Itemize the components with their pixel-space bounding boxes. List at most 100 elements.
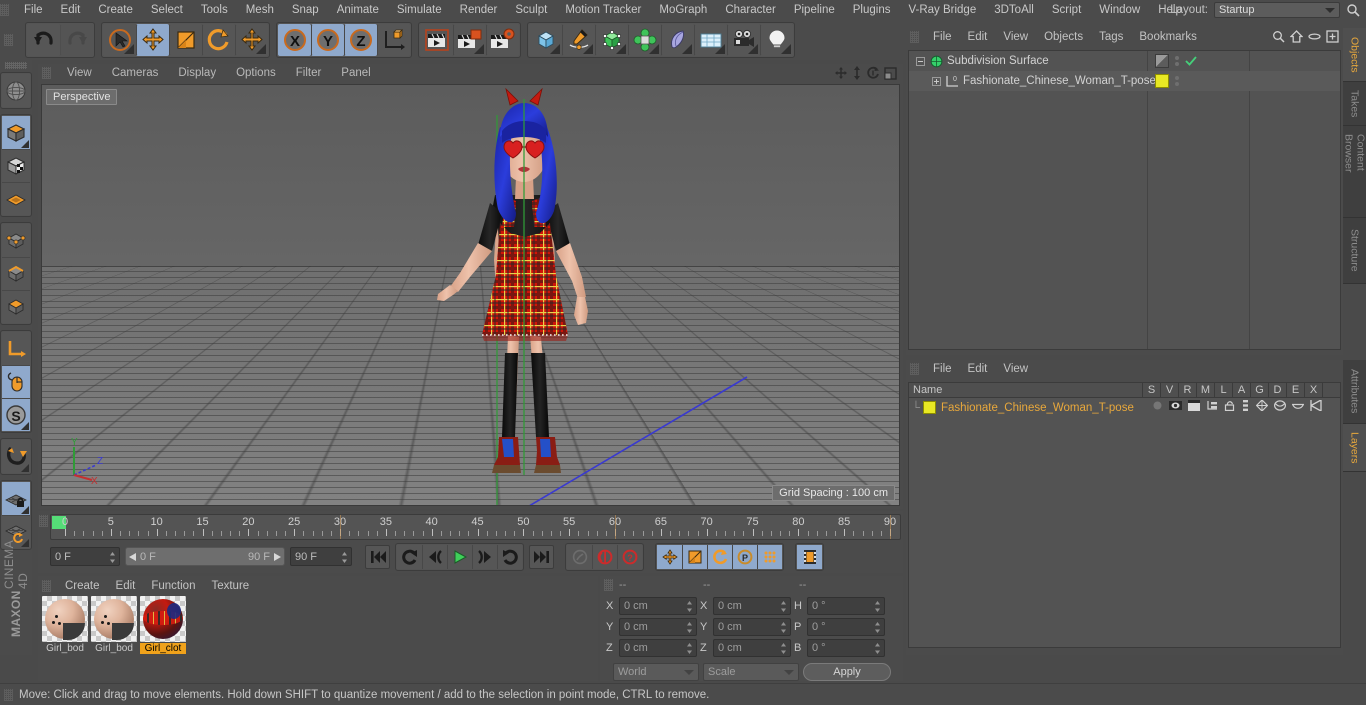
enabled-check-icon[interactable] — [1185, 55, 1197, 67]
record-position-button[interactable] — [657, 544, 682, 569]
spinner-icon[interactable] — [686, 600, 693, 613]
material-item[interactable]: Girl_bod — [42, 596, 88, 654]
menu-item-simulate[interactable]: Simulate — [388, 4, 451, 16]
light-button[interactable] — [760, 24, 793, 56]
xref-toggle-icon[interactable] — [1310, 400, 1322, 411]
axis-modify-button[interactable] — [2, 332, 30, 365]
workplane-lock-button[interactable] — [2, 482, 30, 515]
home-icon[interactable] — [1290, 30, 1303, 43]
layer-column-v[interactable]: V — [1160, 383, 1178, 397]
tab-attributes[interactable]: Attributes — [1343, 360, 1366, 424]
material-preview[interactable] — [140, 596, 186, 642]
spline-pen-button[interactable] — [562, 24, 595, 56]
add-layer-icon[interactable] — [1326, 30, 1339, 43]
object-menu-tags[interactable]: Tags — [1091, 27, 1131, 47]
spinner-icon[interactable] — [874, 621, 881, 634]
maximize-viewport-icon[interactable] — [884, 66, 897, 80]
layer-column-x[interactable]: X — [1304, 383, 1322, 397]
menu-item-snap[interactable]: Snap — [283, 4, 328, 16]
material-menu-edit[interactable]: Edit — [108, 576, 144, 596]
layout-dropdown[interactable]: Startup — [1214, 2, 1340, 18]
record-active-objects-button[interactable] — [592, 544, 617, 569]
viewport-menu-view[interactable]: View — [57, 63, 102, 83]
menu-item-mesh[interactable]: Mesh — [237, 4, 283, 16]
range-right-arrow-icon[interactable] — [273, 552, 281, 561]
step-back-button[interactable] — [422, 544, 447, 569]
menu-item-select[interactable]: Select — [142, 4, 192, 16]
record-parameter-button[interactable]: P — [732, 544, 757, 569]
layer-menu-view[interactable]: View — [995, 359, 1036, 379]
model-mode-button[interactable] — [2, 149, 30, 182]
go-to-start-button[interactable] — [365, 544, 390, 569]
step-forward-button[interactable] — [472, 544, 497, 569]
tree-expander[interactable] — [913, 56, 927, 66]
coord-field-rotation-1[interactable]: 0 ° — [807, 617, 885, 636]
object-menu-edit[interactable]: Edit — [960, 27, 996, 47]
magnet-button[interactable] — [2, 440, 30, 473]
tree-expander[interactable] — [929, 76, 943, 86]
no-layer-tag[interactable] — [1155, 54, 1169, 68]
object-row[interactable]: Subdivision Surface — [909, 51, 1340, 71]
spinner-icon[interactable] — [874, 642, 881, 655]
range-left-arrow-icon[interactable] — [129, 552, 137, 561]
autokey-button[interactable] — [567, 544, 592, 569]
x-axis-button[interactable]: X — [278, 24, 311, 56]
collapse-icon[interactable] — [915, 56, 925, 66]
layer-color-tag[interactable] — [1155, 74, 1169, 88]
world-coordinate-button[interactable] — [377, 24, 410, 56]
layer-list[interactable]: └ Fashionate_Chinese_Woman_T-pose — [908, 398, 1341, 648]
spinner-icon[interactable] — [686, 642, 693, 655]
menu-item-window[interactable]: Window — [1090, 4, 1149, 16]
menu-item-plugins[interactable]: Plugins — [844, 4, 900, 16]
menu-item-render[interactable]: Render — [451, 4, 507, 16]
live-selection-button[interactable] — [103, 24, 136, 56]
menu-item-animate[interactable]: Animate — [328, 4, 388, 16]
timeline-button[interactable] — [797, 544, 822, 569]
floor-environment-button[interactable] — [694, 24, 727, 56]
object-menu-view[interactable]: View — [995, 27, 1036, 47]
layer-column-l[interactable]: L — [1214, 383, 1232, 397]
menu-grip[interactable] — [0, 4, 9, 16]
animation-toggle-icon[interactable] — [1241, 400, 1250, 411]
nurbs-generator-button[interactable] — [595, 24, 628, 56]
material-grip[interactable] — [42, 580, 51, 592]
menu-item-motion-tracker[interactable]: Motion Tracker — [556, 4, 650, 16]
material-item[interactable]: Girl_clot — [140, 596, 186, 654]
object-visibility-dots[interactable] — [1175, 76, 1179, 86]
coordinates-grip[interactable] — [604, 579, 613, 591]
menu-item-sculpt[interactable]: Sculpt — [506, 4, 556, 16]
status-grip[interactable] — [4, 688, 13, 701]
cube-primitive-button[interactable] — [529, 24, 562, 56]
object-manager-grip[interactable] — [910, 31, 919, 43]
toolbar-grip[interactable] — [4, 34, 13, 46]
viewport-menu-display[interactable]: Display — [168, 63, 226, 83]
menu-item-file[interactable]: File — [15, 4, 52, 16]
ellipse-icon[interactable] — [1308, 30, 1321, 43]
menu-item-create[interactable]: Create — [89, 4, 142, 16]
viewport-globe-button[interactable] — [2, 74, 30, 107]
dolly-icon[interactable] — [852, 66, 862, 80]
menu-item-edit[interactable]: Edit — [52, 4, 90, 16]
viewport-menu-cameras[interactable]: Cameras — [102, 63, 169, 83]
material-menu-texture[interactable]: Texture — [203, 576, 257, 596]
object-tree[interactable]: Subdivision Surface 0 Fashionate_Chinese_W… — [908, 50, 1341, 350]
end-frame-field[interactable]: 90 F — [290, 547, 352, 566]
viewport-solo-mouse-button[interactable] — [2, 365, 30, 398]
enable-axis-button[interactable]: S — [2, 398, 30, 431]
spinner-icon[interactable] — [341, 551, 348, 564]
camera-button[interactable] — [727, 24, 760, 56]
search-icon[interactable] — [1272, 30, 1285, 43]
timeline-ruler[interactable]: 051015202530354045505560657075808590 — [50, 514, 901, 540]
layer-column-a[interactable]: A — [1232, 383, 1250, 397]
deformer-toggle-icon[interactable] — [1274, 400, 1286, 411]
play-forward-loop-button[interactable] — [497, 544, 522, 569]
render-settings-button[interactable] — [486, 24, 519, 56]
tab-layers[interactable]: Layers — [1343, 424, 1366, 472]
layer-column-e[interactable]: E — [1286, 383, 1304, 397]
search-icon[interactable] — [1346, 3, 1360, 17]
coordinate-space-dropdown[interactable]: World — [613, 662, 699, 681]
texture-mode-button[interactable] — [2, 182, 30, 215]
redo-button[interactable] — [60, 24, 93, 56]
viewport-menu-options[interactable]: Options — [226, 63, 286, 83]
scale-tool-button[interactable] — [169, 24, 202, 56]
